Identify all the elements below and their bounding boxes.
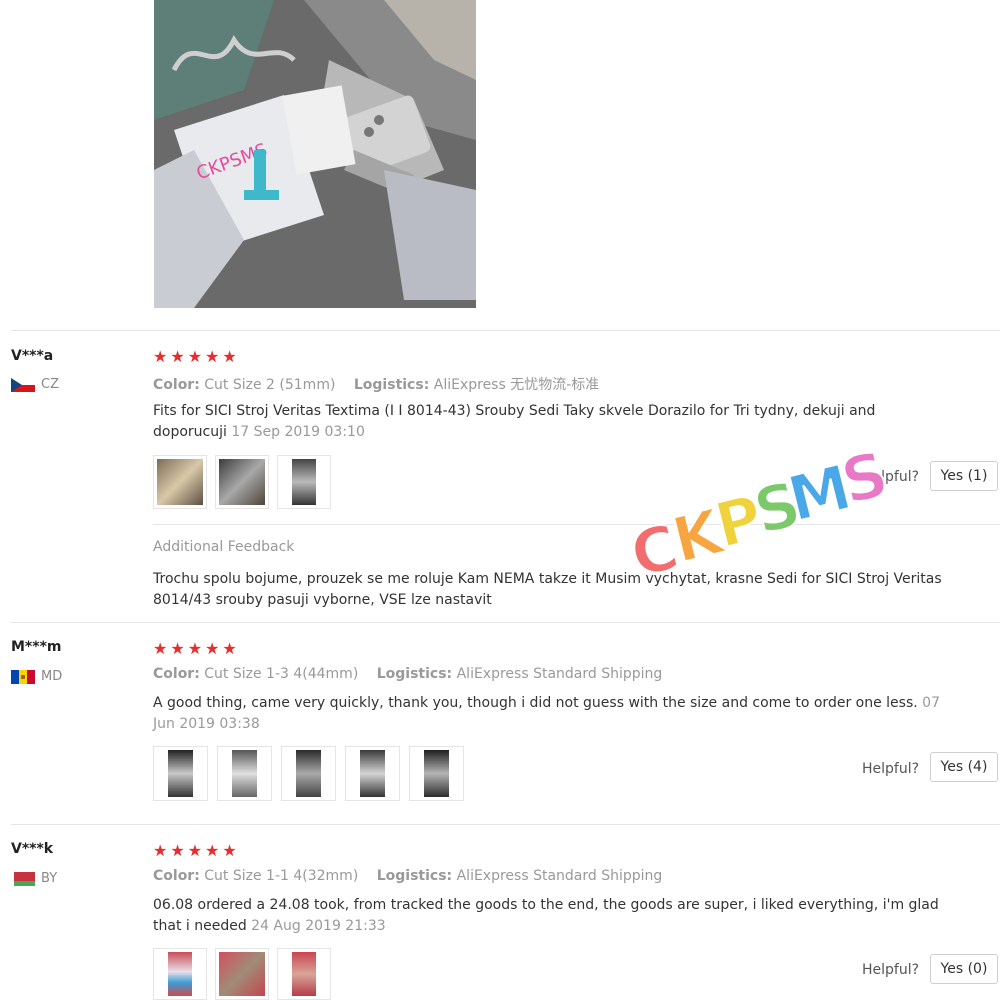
star-rating: ★ ★ ★ ★ ★: [153, 348, 237, 366]
divider: [11, 824, 1000, 825]
review-thumbnail[interactable]: [215, 948, 269, 1000]
review-body: A good thing, came very quickly, thank y…: [153, 695, 918, 711]
review-thumbnail[interactable]: [345, 746, 400, 801]
order-info: Color: Cut Size 1-1 4(32mm) Logistics: A…: [153, 868, 662, 884]
review-photo-large[interactable]: CKPSMS: [154, 0, 476, 308]
color-label: Color:: [153, 377, 200, 393]
review-date: 17 Sep 2019 03:10: [231, 424, 365, 440]
review-thumbnail[interactable]: [153, 948, 207, 1000]
review-text: 06.08 ordered a 24.08 took, from tracked…: [153, 895, 953, 937]
logistics-value: AliExpress Standard Shipping: [456, 666, 663, 682]
logistics-value: AliExpress 无忧物流-标准: [433, 377, 600, 393]
additional-feedback-title: Additional Feedback: [153, 539, 295, 555]
reviewer-name: V***a: [11, 348, 54, 364]
country-code: BY: [41, 871, 58, 886]
ckpsms-watermark-logo: C K P S M S: [618, 426, 898, 593]
star-icon: ★: [222, 639, 237, 658]
star-icon: ★: [205, 639, 220, 658]
color-value: Cut Size 1-3 4(44mm): [204, 666, 359, 682]
order-info: Color: Cut Size 1-3 4(44mm) Logistics: A…: [153, 666, 662, 682]
review-thumbnail[interactable]: [215, 455, 269, 509]
color-label: Color:: [153, 666, 200, 682]
review-thumbnails: [153, 948, 331, 1000]
logistics-value: AliExpress Standard Shipping: [456, 868, 663, 884]
reviewer-country: BY: [11, 871, 57, 886]
star-icon: ★: [222, 347, 237, 366]
reviewer-country: CZ: [11, 377, 59, 392]
review-thumbnail[interactable]: [217, 746, 272, 801]
star-icon: ★: [153, 639, 168, 658]
review-thumbnails: [153, 455, 331, 509]
flag-by-icon: [11, 871, 35, 886]
logistics-label: Logistics:: [376, 868, 453, 884]
star-icon: ★: [170, 841, 185, 860]
order-info: Color: Cut Size 2 (51mm) Logistics: AliE…: [153, 374, 599, 394]
review-thumbnails: [153, 746, 464, 801]
logistics-label: Logistics:: [376, 666, 453, 682]
review-thumbnail[interactable]: [277, 948, 331, 1000]
star-icon: ★: [187, 841, 203, 860]
star-icon: ★: [153, 347, 168, 366]
product-photo-illustration: CKPSMS: [154, 0, 476, 308]
review-text: A good thing, came very quickly, thank y…: [153, 693, 953, 735]
star-icon: ★: [187, 347, 203, 366]
star-icon: ★: [170, 347, 185, 366]
star-rating: ★ ★ ★ ★ ★: [153, 842, 237, 860]
helpful-yes-button[interactable]: Yes (4): [930, 752, 998, 782]
helpful-yes-button[interactable]: Yes (0): [930, 954, 998, 984]
review-date: 24 Aug 2019 21:33: [251, 918, 386, 934]
reviewer-name: V***k: [11, 841, 54, 857]
review-thumbnail[interactable]: [277, 455, 331, 509]
color-value: Cut Size 2 (51mm): [204, 377, 336, 393]
logistics-label: Logistics:: [353, 377, 430, 393]
review-thumbnail[interactable]: [409, 746, 464, 801]
divider: [11, 330, 1000, 331]
country-code: CZ: [41, 377, 59, 392]
star-icon: ★: [187, 639, 203, 658]
helpful-yes-button[interactable]: Yes (1): [930, 461, 998, 491]
color-label: Color:: [153, 868, 200, 884]
review-thumbnail[interactable]: [153, 455, 207, 509]
star-icon: ★: [205, 347, 220, 366]
helpful-label: Helpful?: [862, 761, 920, 777]
star-icon: ★: [205, 841, 220, 860]
star-icon: ★: [170, 639, 185, 658]
flag-cz-icon: [11, 377, 35, 392]
star-rating: ★ ★ ★ ★ ★: [153, 640, 237, 658]
star-icon: ★: [153, 841, 168, 860]
review-thumbnail[interactable]: [281, 746, 336, 801]
flag-md-icon: [11, 669, 35, 684]
helpful-label: Helpful?: [862, 962, 920, 978]
divider: [11, 622, 1000, 623]
star-icon: ★: [222, 841, 237, 860]
color-value: Cut Size 1-1 4(32mm): [204, 868, 359, 884]
reviewer-country: MD: [11, 669, 62, 684]
review-thumbnail[interactable]: [153, 746, 208, 801]
reviewer-name: M***m: [11, 639, 62, 655]
country-code: MD: [41, 669, 63, 684]
